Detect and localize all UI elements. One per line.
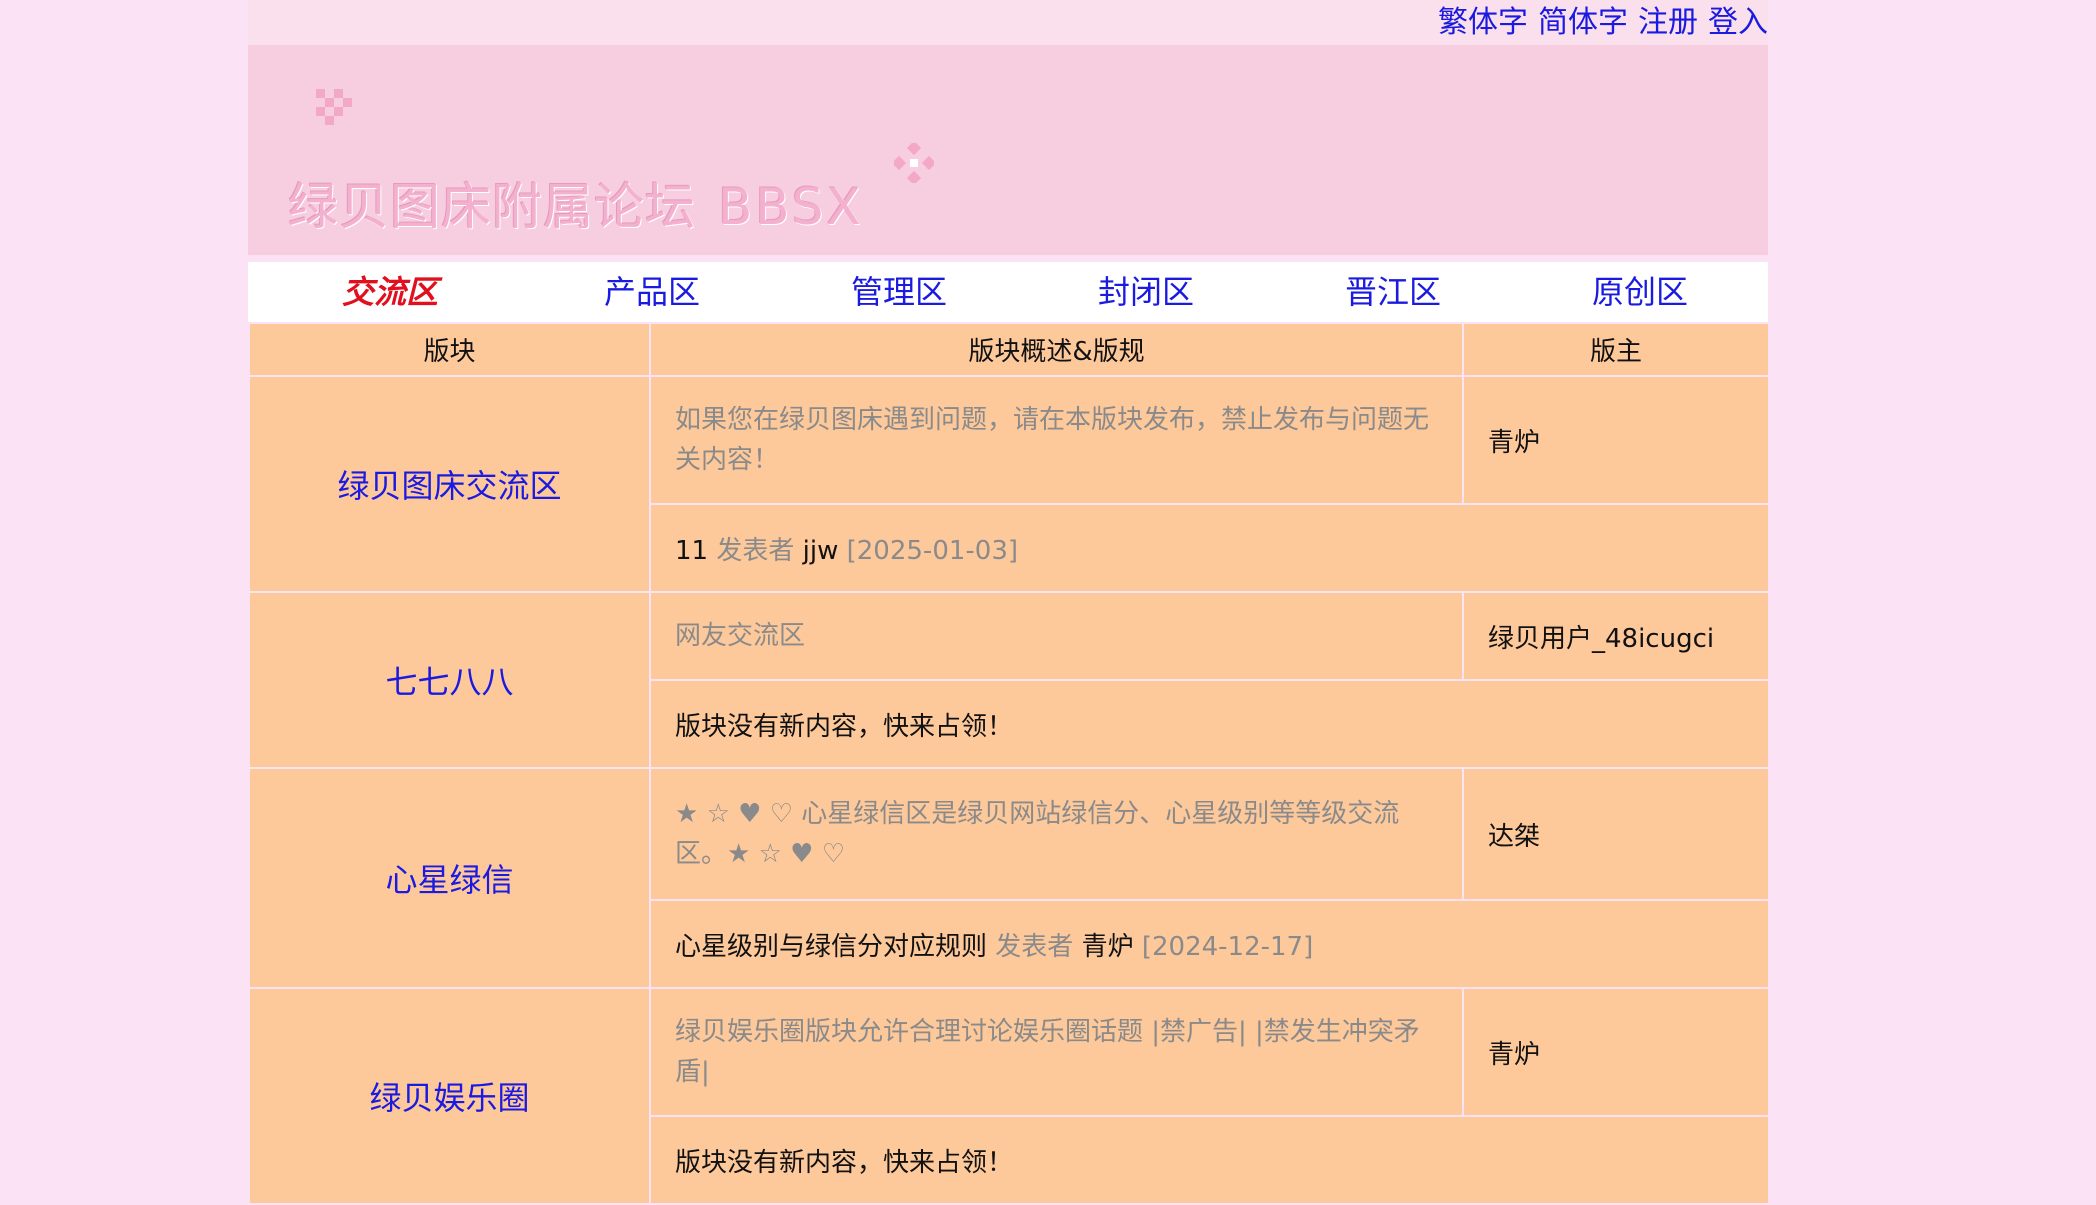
site-banner: 绿贝图床附属论坛 BBSX: [248, 45, 1768, 255]
table-row: 绿贝图床交流区 如果您在绿贝图床遇到问题，请在本版块发布，禁止发布与问题无关内容…: [248, 375, 1770, 593]
board-moderator[interactable]: 青炉: [1462, 987, 1770, 1117]
latest-post-date: [2024-12-17]: [1141, 931, 1314, 962]
table-row: 绿贝娱乐圈 绿贝娱乐圈版块允许合理讨论娱乐圈话题 |禁广告| |禁发生冲突矛盾|…: [248, 987, 1770, 1205]
board-description: 绿贝娱乐圈版块允许合理讨论娱乐圈话题 |禁广告| |禁发生冲突矛盾|: [649, 987, 1464, 1117]
diamond-decoration-icon: [894, 143, 934, 183]
latest-post: 心星级别与绿信分对应规则 发表者 青炉 [2024-12-17]: [649, 899, 1770, 989]
tab-original[interactable]: 原创区: [1592, 262, 1688, 322]
simplified-chinese-link[interactable]: 简体字: [1538, 2, 1628, 44]
register-link[interactable]: 注册: [1638, 2, 1698, 44]
forum-nav: 交流区 产品区 管理区 封闭区 晋江区 原创区: [248, 262, 1768, 322]
latest-post-empty: 版块没有新内容，快来占领！: [649, 679, 1770, 769]
board-link[interactable]: 心星绿信: [385, 861, 513, 899]
latest-post-title[interactable]: 11: [675, 536, 708, 566]
checker-decoration-icon: [316, 89, 352, 125]
latest-post-title[interactable]: 心星级别与绿信分对应规则: [675, 932, 987, 962]
board-link[interactable]: 绿贝娱乐圈: [369, 1079, 529, 1117]
board-moderator[interactable]: 达桀: [1462, 767, 1770, 901]
tab-management[interactable]: 管理区: [851, 262, 947, 322]
login-link[interactable]: 登入: [1708, 2, 1768, 44]
tab-jinjiang[interactable]: 晋江区: [1345, 262, 1441, 322]
latest-post-by-label: 发表者: [716, 535, 795, 566]
column-header-board: 版块: [248, 322, 651, 377]
column-header-description: 版块概述&版规: [649, 322, 1464, 377]
board-description: ★ ☆ ♥ ♡ 心星绿信区是绿贝网站绿信分、心星级别等等级交流区。★ ☆ ♥ ♡: [649, 767, 1464, 901]
board-moderator[interactable]: 青炉: [1462, 375, 1770, 505]
tab-products[interactable]: 产品区: [604, 262, 700, 322]
latest-post-author[interactable]: 青炉: [1082, 932, 1134, 962]
table-header-row: 版块 版块概述&版规 版主: [248, 322, 1770, 377]
board-link[interactable]: 七七八八: [385, 663, 513, 701]
column-header-moderator: 版主: [1462, 322, 1770, 377]
page: 繁体字 简体字 注册 登入 绿贝图床附属论坛 BBSX 交流区 产品区 管理区 …: [248, 0, 1770, 1205]
board-link[interactable]: 绿贝图床交流区: [337, 467, 561, 505]
site-title-cn: 绿贝图床附属论坛: [288, 178, 696, 236]
board-description: 网友交流区: [649, 591, 1464, 681]
top-links: 繁体字 简体字 注册 登入: [1438, 2, 1768, 44]
latest-post-author[interactable]: jjw: [803, 536, 839, 566]
board-table: 版块 版块概述&版规 版主 绿贝图床交流区 如果您在绿贝图床遇到问题，请在本版块…: [248, 322, 1770, 1205]
top-bar: 繁体字 简体字 注册 登入: [248, 0, 1768, 45]
tab-communication[interactable]: 交流区: [342, 262, 438, 322]
latest-post-date: [2025-01-03]: [846, 535, 1019, 566]
site-title-latin: BBSX: [718, 178, 864, 236]
latest-post-by-label: 发表者: [995, 931, 1074, 962]
board-moderator[interactable]: 绿贝用户_48icugci: [1462, 591, 1770, 681]
site-logo[interactable]: 绿贝图床附属论坛 BBSX: [288, 89, 988, 239]
table-row: 心星绿信 ★ ☆ ♥ ♡ 心星绿信区是绿贝网站绿信分、心星级别等等级交流区。★ …: [248, 767, 1770, 989]
tab-closed[interactable]: 封闭区: [1098, 262, 1194, 322]
table-row: 七七八八 网友交流区 绿贝用户_48icugci: [248, 591, 1770, 769]
traditional-chinese-link[interactable]: 繁体字: [1438, 2, 1528, 44]
board-description: 如果您在绿贝图床遇到问题，请在本版块发布，禁止发布与问题无关内容！: [649, 375, 1464, 505]
latest-post-empty: 版块没有新内容，快来占领！: [649, 1115, 1770, 1205]
latest-post: 11 发表者 jjw [2025-01-03]: [649, 503, 1770, 593]
diamond-decoration-icon: [854, 96, 855, 97]
site-title: 绿贝图床附属论坛 BBSX: [288, 167, 864, 239]
